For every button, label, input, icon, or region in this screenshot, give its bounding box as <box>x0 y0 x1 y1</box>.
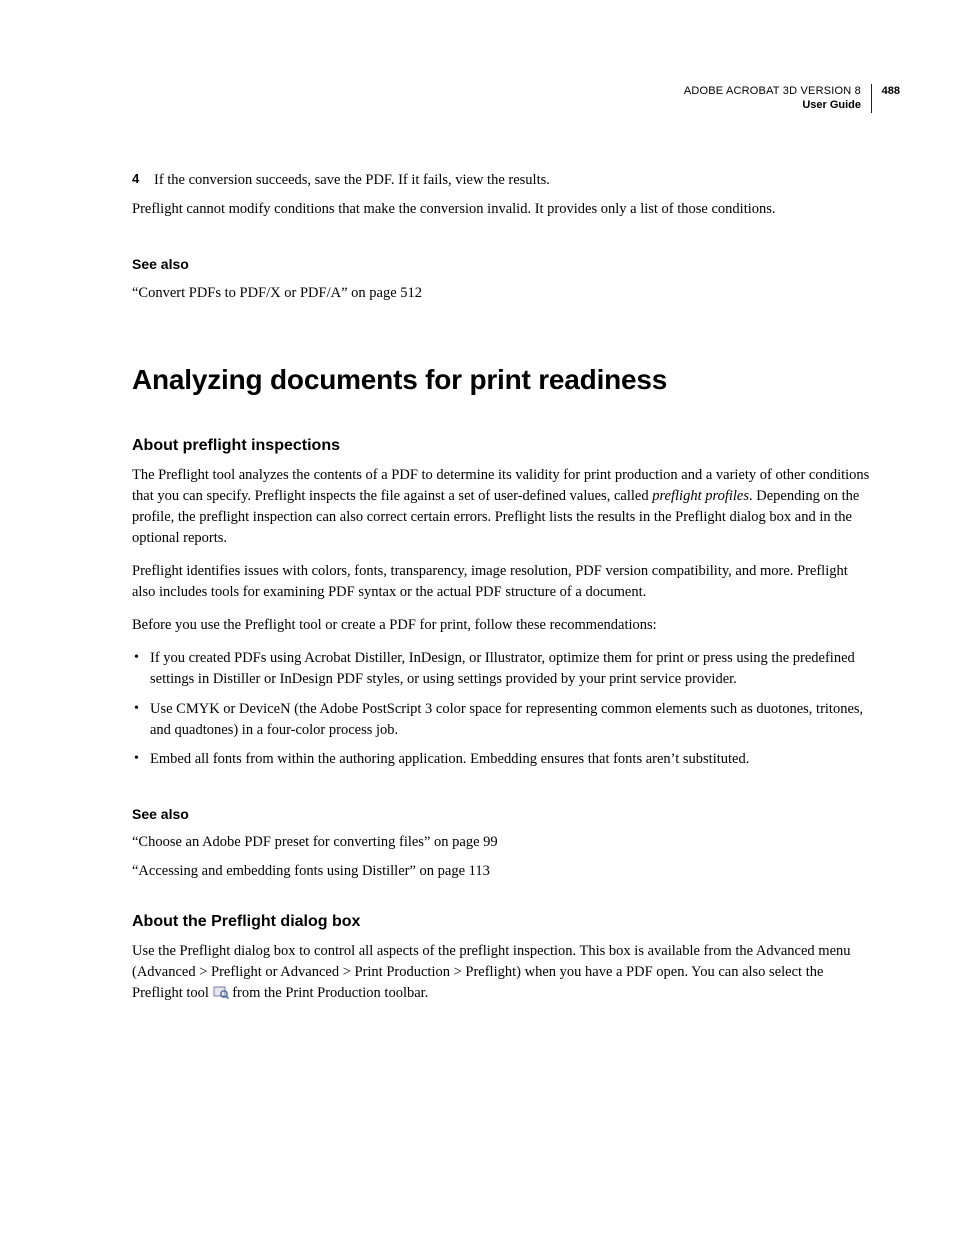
inspections-p3: Before you use the Preflight tool or cre… <box>132 615 872 636</box>
page-number: 488 <box>882 84 900 100</box>
section-title: Analyzing documents for print readiness <box>132 360 872 401</box>
dialog-p1-b: from the Print Production toolbar. <box>229 985 429 1001</box>
list-item: Use CMYK or DeviceN (the Adobe PostScrip… <box>132 699 872 741</box>
note-paragraph: Preflight cannot modify conditions that … <box>132 199 872 220</box>
inspections-p2: Preflight identifies issues with colors,… <box>132 561 872 603</box>
see-also-link-1[interactable]: “Convert PDFs to PDF/X or PDF/A” on page… <box>132 283 872 304</box>
p1-em: preflight profiles <box>652 488 749 504</box>
see-also-heading-2: See also <box>132 804 872 824</box>
subhead-about-inspections: About preflight inspections <box>132 434 872 457</box>
dialog-p1: Use the Preflight dialog box to control … <box>132 941 872 1004</box>
see-also-link-2a[interactable]: “Choose an Adobe PDF preset for converti… <box>132 832 872 853</box>
step-text: If the conversion succeeds, save the PDF… <box>154 170 550 191</box>
product-name: ADOBE ACROBAT 3D VERSION 8 <box>684 85 861 97</box>
list-item: Embed all fonts from within the authorin… <box>132 749 872 770</box>
recommendations-list: If you created PDFs using Acrobat Distil… <box>132 648 872 769</box>
guide-name: User Guide <box>684 98 861 112</box>
page-content: ADOBE ACROBAT 3D VERSION 8 User Guide 48… <box>0 0 954 1004</box>
preflight-tool-icon <box>213 985 229 999</box>
see-also-heading-1: See also <box>132 254 872 274</box>
subhead-about-dialog: About the Preflight dialog box <box>132 910 872 933</box>
inspections-p1: The Preflight tool analyzes the contents… <box>132 465 872 549</box>
step-number: 4 <box>132 170 144 191</box>
list-item: If you created PDFs using Acrobat Distil… <box>132 648 872 690</box>
page-header: ADOBE ACROBAT 3D VERSION 8 User Guide 48… <box>132 84 872 114</box>
see-also-link-2b[interactable]: “Accessing and embedding fonts using Dis… <box>132 861 872 882</box>
step-4: 4 If the conversion succeeds, save the P… <box>132 170 872 191</box>
